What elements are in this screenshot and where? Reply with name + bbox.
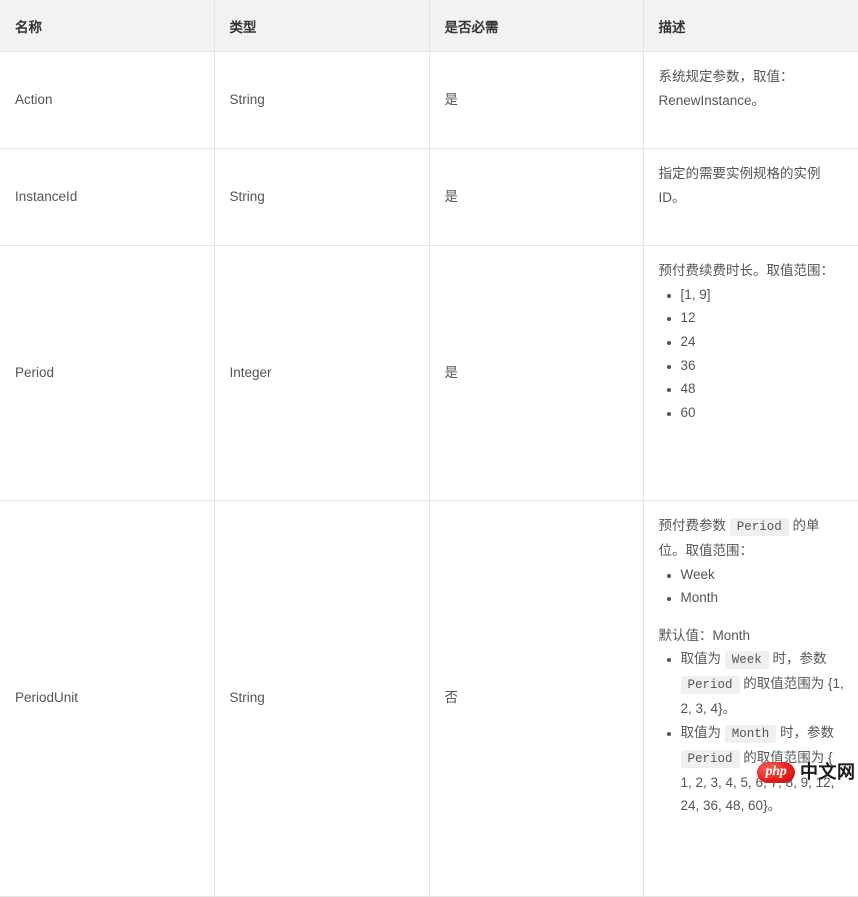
param-type: String: [214, 51, 430, 149]
param-name: Period: [0, 245, 215, 501]
list-item: 36: [681, 354, 847, 378]
description-segment: 预付费参数: [658, 518, 727, 533]
description-text: 指定的需要实例规格的实例 ID。: [658, 166, 821, 205]
description-text: 预付费参数 Period 的单位。取值范围：: [659, 514, 847, 563]
param-description: 系统规定参数，取值：RenewInstance。: [643, 51, 858, 149]
value-rules-list: 取值为 Week 时，参数 Period 的取值范围为 {1, 2, 3, 4}…: [659, 647, 847, 817]
rule-segment: 时，参数: [772, 651, 827, 667]
param-description: 预付费续费时长。取值范围： [1, 9] 12 24 36 48 60: [643, 245, 858, 501]
description-text: 预付费续费时长。取值范围：: [658, 263, 835, 278]
column-header-name: 名称: [0, 0, 215, 52]
description-text: 系统规定参数，取值：RenewInstance。: [658, 69, 794, 108]
list-item: Week: [681, 563, 847, 587]
code-token: Month: [724, 724, 777, 743]
column-header-required: 是否必需: [429, 0, 644, 52]
param-type: String: [214, 500, 430, 897]
list-item: 60: [681, 401, 847, 425]
table-header-row: 名称 类型 是否必需 描述: [0, 0, 858, 52]
default-value-text: 默认值：Month: [658, 627, 751, 643]
param-name: InstanceId: [0, 148, 215, 246]
code-token: Period: [680, 676, 740, 695]
param-name: PeriodUnit: [0, 500, 215, 897]
table-row: Action String 是 系统规定参数，取值：RenewInstance。: [0, 51, 858, 149]
param-required: 是: [429, 51, 644, 149]
parameters-table: 名称 类型 是否必需 描述 Action String 是 系统规定参数，取值：…: [0, 0, 858, 897]
rule-segment: 取值为: [680, 724, 722, 740]
code-token: Week: [724, 651, 769, 670]
table-row: Period Integer 是 预付费续费时长。取值范围： [1, 9] 12…: [0, 245, 858, 501]
param-type: String: [214, 148, 430, 246]
table-row: PeriodUnit String 否 预付费参数 Period 的单位。取值范…: [0, 500, 858, 897]
param-required: 否: [429, 500, 644, 897]
list-item: 12: [681, 306, 847, 330]
param-description: 指定的需要实例规格的实例 ID。: [643, 148, 858, 246]
param-required: 是: [429, 148, 644, 246]
param-required: 是: [429, 245, 644, 501]
list-item: 取值为 Week 时，参数 Period 的取值范围为 {1, 2, 3, 4}…: [680, 647, 847, 720]
param-type: Integer: [214, 245, 430, 501]
rule-segment: 时，参数: [780, 724, 835, 740]
list-item: [1, 9]: [681, 283, 847, 307]
column-header-description: 描述: [643, 0, 858, 52]
list-item: 取值为 Month 时，参数 Period 的取值范围为 { 1, 2, 3, …: [680, 721, 847, 818]
value-range-list: [1, 9] 12 24 36 48 60: [659, 283, 847, 425]
table-row: InstanceId String 是 指定的需要实例规格的实例 ID。: [0, 148, 858, 246]
rule-segment: 取值为: [680, 651, 722, 667]
code-token: Period: [729, 518, 789, 536]
param-description: 预付费参数 Period 的单位。取值范围： Week Month 默认值：Mo…: [643, 500, 858, 897]
list-item: 48: [681, 377, 847, 401]
column-header-type: 类型: [214, 0, 430, 52]
param-name: Action: [0, 51, 215, 149]
list-item: 24: [681, 330, 847, 354]
value-range-list: Week Month: [659, 563, 847, 610]
code-token: Period: [680, 749, 740, 768]
list-item: Month: [681, 586, 847, 610]
